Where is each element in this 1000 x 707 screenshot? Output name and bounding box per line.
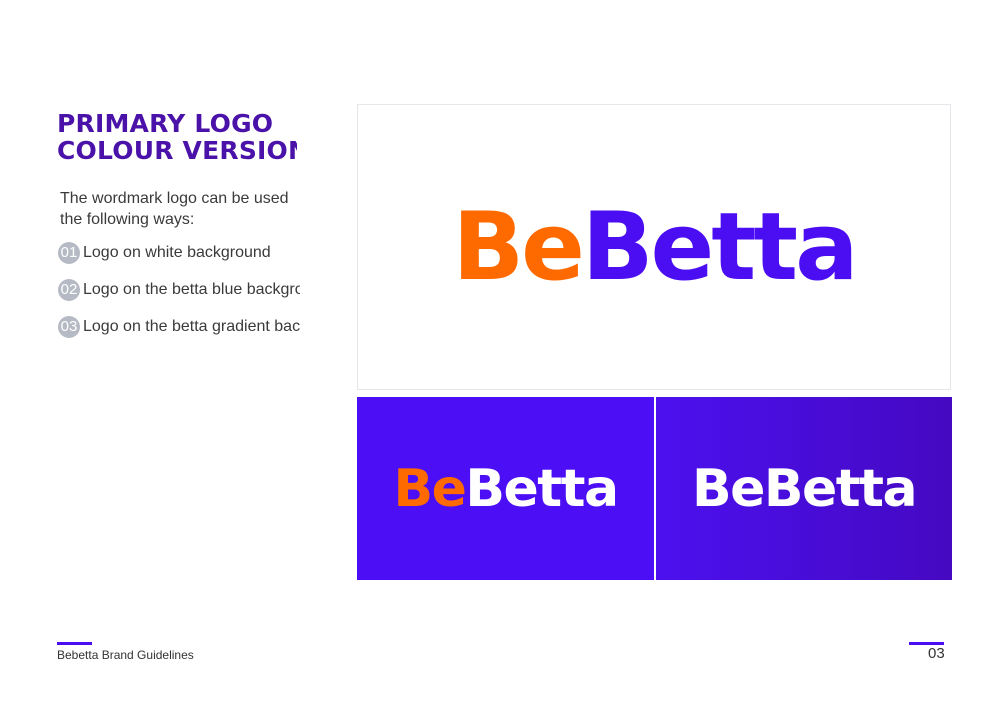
page-number: 03 bbox=[928, 645, 945, 662]
list-item: 02 Logo on the betta blue background bbox=[58, 279, 300, 301]
footer-accent-left bbox=[57, 642, 92, 645]
intro-line-2: the following ways: bbox=[60, 211, 195, 228]
bebetta-logo: BeBetta bbox=[691, 458, 918, 519]
number-badge: 03 bbox=[58, 316, 80, 338]
logo-be: Be bbox=[393, 458, 466, 519]
bebetta-logo: BeBetta bbox=[452, 192, 859, 302]
number-badge: 01 bbox=[58, 242, 80, 264]
list-item-label: Logo on the betta gradient background bbox=[83, 318, 300, 335]
title-line-2: COLOUR VERSION bbox=[57, 136, 297, 164]
logo-be: Be bbox=[452, 192, 584, 302]
intro-line-1: The wordmark logo can be used bbox=[60, 190, 289, 207]
list-item: 03 Logo on the betta gradient background bbox=[58, 316, 300, 338]
list-item-label: Logo on the betta blue background bbox=[83, 281, 300, 298]
usage-list: 01 Logo on white background 02 Logo on t… bbox=[58, 242, 300, 353]
list-item: 01 Logo on white background bbox=[58, 242, 300, 264]
logo-panel-blue: BeBetta bbox=[357, 397, 654, 580]
bebetta-logo: BeBetta bbox=[393, 458, 619, 519]
intro-text: The wordmark logo can be used the follow… bbox=[60, 188, 300, 230]
logo-betta: Betta bbox=[763, 458, 918, 519]
title-line-1: PRIMARY LOGO bbox=[57, 110, 274, 138]
logo-panel-gradient: BeBetta bbox=[656, 397, 952, 580]
list-item-label: Logo on white background bbox=[83, 244, 271, 261]
section-title: PRIMARY LOGO COLOUR VERSION bbox=[57, 110, 297, 164]
footer-label: Bebetta Brand Guidelines bbox=[57, 648, 194, 662]
logo-be: Be bbox=[691, 458, 765, 519]
logo-betta: Betta bbox=[581, 192, 859, 302]
logo-betta: Betta bbox=[465, 458, 619, 519]
logo-panel-white: BeBetta bbox=[357, 104, 951, 390]
number-badge: 02 bbox=[58, 279, 80, 301]
